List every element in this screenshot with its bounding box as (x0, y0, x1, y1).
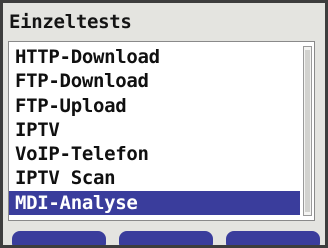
list-item-voip-telefon[interactable]: VoIP-Telefon (9, 142, 300, 166)
list-item-iptv-scan[interactable]: IPTV Scan (9, 166, 300, 190)
list-item-http-download[interactable]: HTTP-Download (9, 45, 300, 69)
list-item-ftp-download[interactable]: FTP-Download (9, 69, 300, 93)
test-list[interactable]: HTTP-Download FTP-Download FTP-Upload IP… (8, 41, 315, 221)
scrollbar-thumb[interactable] (305, 50, 310, 212)
list-item-mdi-analyse[interactable]: MDI-Analyse (9, 190, 300, 216)
test-list-items: HTTP-Download FTP-Download FTP-Upload IP… (9, 45, 300, 216)
list-scrollbar[interactable] (303, 46, 312, 216)
device-screen: Einzeltests HTTP-Download FTP-Download F… (3, 3, 325, 245)
softkey-right-button[interactable] (226, 231, 320, 245)
list-item-iptv[interactable]: IPTV (9, 118, 300, 142)
softkey-left-button[interactable] (12, 231, 106, 245)
softkey-middle-button[interactable] (119, 231, 213, 245)
list-item-ftp-upload[interactable]: FTP-Upload (9, 94, 300, 118)
screen-title: Einzeltests (9, 11, 132, 33)
